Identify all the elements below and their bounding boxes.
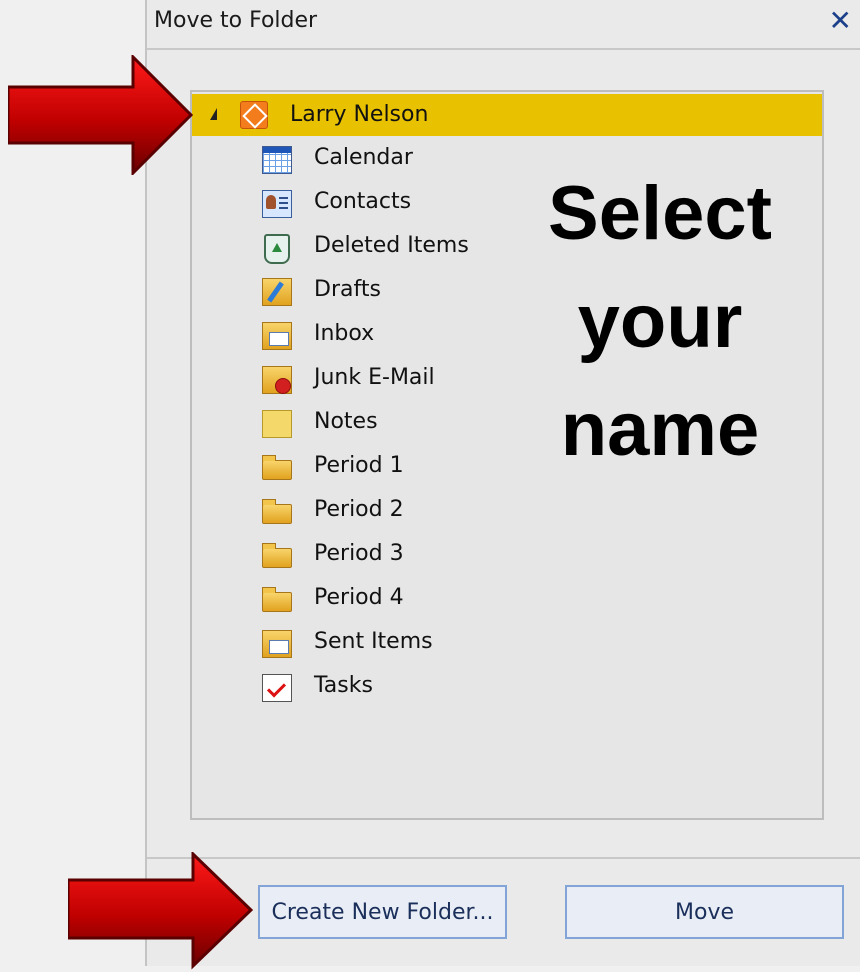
sent-items-icon xyxy=(262,630,292,658)
move-button[interactable]: Move xyxy=(565,885,844,939)
tree-item-label: Period 4 xyxy=(314,585,404,610)
create-new-folder-button[interactable]: Create New Folder... xyxy=(258,885,507,939)
tree-item-larry-nelson[interactable]: Larry Nelson xyxy=(192,94,822,136)
folder-icon xyxy=(262,499,292,524)
tree-item-label: Tasks xyxy=(314,673,373,698)
collapse-triangle-icon[interactable] xyxy=(210,108,217,120)
tree-item-period-4[interactable]: Period 4 xyxy=(262,578,562,618)
tree-item-label: Period 2 xyxy=(314,497,404,522)
annotation-arrow-icon xyxy=(68,852,253,970)
folder-icon xyxy=(262,455,292,480)
dialog-title: Move to Folder xyxy=(154,8,318,33)
instruction-line: name xyxy=(560,387,760,472)
tree-item-label: Sent Items xyxy=(314,629,433,654)
footer-divider xyxy=(147,857,860,859)
instruction-overlay: Select your name xyxy=(505,160,815,484)
tree-item-label: Contacts xyxy=(314,189,412,214)
calendar-icon xyxy=(262,146,292,174)
notes-icon xyxy=(262,410,292,438)
tree-item-label: Calendar xyxy=(314,145,413,170)
junk-mail-icon xyxy=(262,366,292,394)
tree-item-label: Period 3 xyxy=(314,541,404,566)
tree-item-period-2[interactable]: Period 2 xyxy=(262,490,562,530)
tree-item-label: Larry Nelson xyxy=(290,102,429,127)
tree-item-label: Junk E-Mail xyxy=(314,365,435,390)
tree-item-period-3[interactable]: Period 3 xyxy=(262,534,562,574)
dialog-titlebar: Move to Folder ✕ xyxy=(147,0,860,50)
tree-item-label: Deleted Items xyxy=(314,233,469,258)
instruction-line: your xyxy=(577,279,743,364)
folder-icon xyxy=(262,587,292,612)
tree-item-label: Inbox xyxy=(314,321,375,346)
instruction-line: Select xyxy=(548,171,772,256)
contacts-icon xyxy=(262,190,292,218)
exchange-mailbox-icon xyxy=(240,101,268,129)
inbox-icon xyxy=(262,322,292,350)
drafts-icon xyxy=(262,278,292,306)
trash-icon xyxy=(264,234,290,264)
tasks-icon xyxy=(262,674,292,702)
close-icon[interactable]: ✕ xyxy=(829,4,852,38)
folder-icon xyxy=(262,543,292,568)
tree-item-label: Period 1 xyxy=(314,453,404,478)
tree-item-label: Notes xyxy=(314,409,378,434)
annotation-arrow-icon xyxy=(8,55,193,175)
tree-item-tasks[interactable]: Tasks xyxy=(262,666,562,706)
tree-item-sent-items[interactable]: Sent Items xyxy=(262,622,562,662)
tree-item-label: Drafts xyxy=(314,277,381,302)
